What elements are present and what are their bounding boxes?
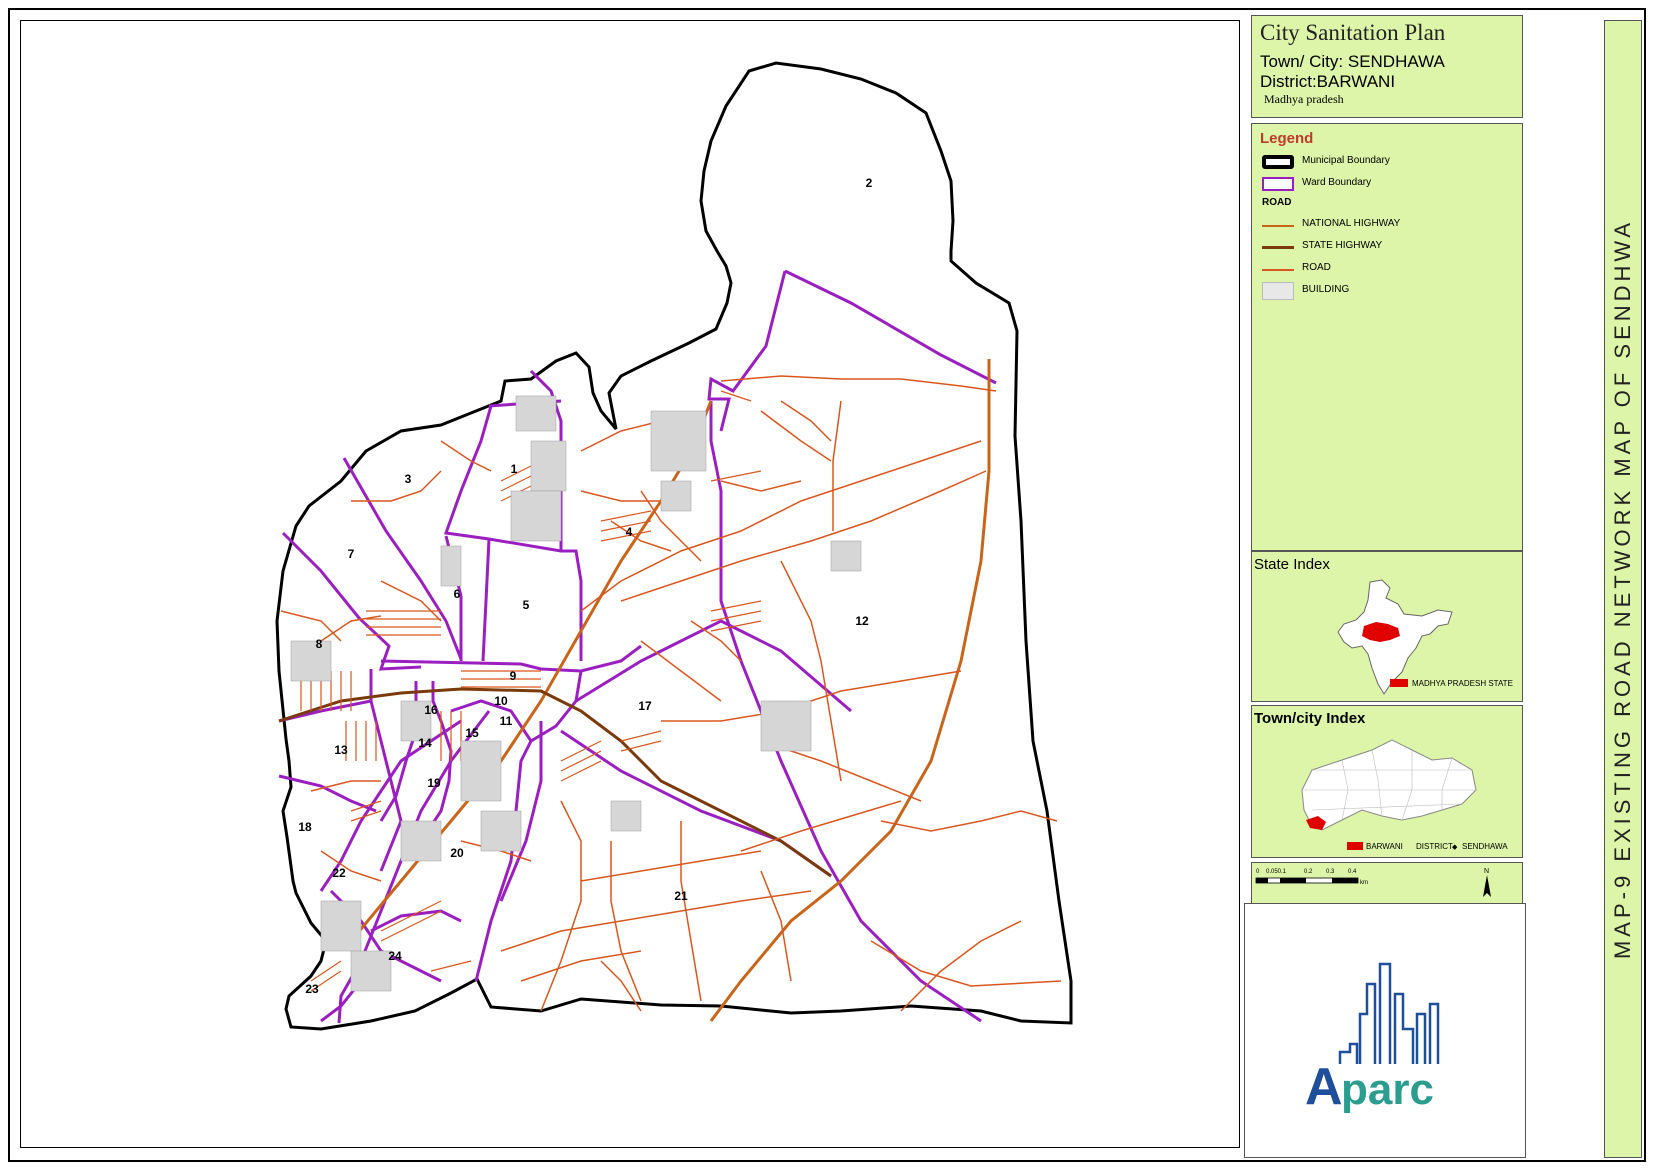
state-highway-symbol — [1262, 246, 1294, 249]
ward-label: 23 — [305, 982, 319, 996]
state-index-panel: State Index MADHYA PRADESH STATE — [1251, 551, 1523, 702]
scale-tick: 0.2 — [1304, 869, 1313, 875]
scale-segment — [1256, 878, 1268, 883]
india-map: MADHYA PRADESH STATE — [1337, 579, 1513, 695]
ward-label: 22 — [332, 866, 346, 880]
ward-labels: 1 2 3 4 5 6 7 8 9 10 11 12 13 14 15 16 1… — [298, 176, 872, 996]
mp-outline — [1301, 739, 1477, 831]
legend-label: Municipal Boundary — [1302, 155, 1390, 166]
ward-label: 21 — [674, 889, 688, 903]
ward-label: 24 — [388, 949, 402, 963]
legend-label: ROAD — [1302, 262, 1331, 273]
ward-label: 10 — [494, 694, 508, 708]
district-word: DISTRICT — [1416, 842, 1453, 851]
road-heading: ROAD — [1262, 197, 1292, 208]
ward-label: 14 — [418, 736, 432, 750]
municipal-boundary-symbol — [1262, 155, 1294, 169]
district-legend-swatch — [1347, 842, 1363, 850]
scale-unit: km — [1360, 880, 1368, 886]
legend-title: Legend — [1260, 130, 1314, 147]
road-network-map: 1 2 3 4 5 6 7 8 9 10 11 12 13 14 15 16 1… — [275, 61, 1073, 1031]
ward-label: 13 — [334, 743, 348, 757]
logo-panel: A parc — [1244, 903, 1526, 1158]
ward-label: 2 — [866, 176, 873, 190]
legend-label: Ward Boundary — [1302, 177, 1372, 188]
building-symbol — [1262, 282, 1294, 300]
ward-boundary-symbol — [1262, 177, 1294, 191]
town-index-title: Town/city Index — [1254, 710, 1366, 727]
legend-item-national-highway: NATIONAL HIGHWAY — [1260, 214, 1514, 236]
title-panel: City Sanitation Plan Town/ City: SENDHAW… — [1251, 15, 1523, 118]
ward-boundaries — [278, 269, 997, 1024]
ward-label: 7 — [348, 547, 355, 561]
road-symbol — [1262, 269, 1294, 271]
district-label: District:BARWANI — [1260, 72, 1396, 91]
district-map: BARWANI DISTRICT ◆ SENDHAWA — [1301, 739, 1508, 851]
aparc-logo: A parc — [1305, 962, 1440, 1116]
map-title: City Sanitation Plan — [1260, 20, 1446, 45]
town-label: Town/ City: SENDHAWA — [1260, 52, 1445, 71]
legend-label: STATE HIGHWAY — [1302, 240, 1383, 251]
legend-item-ward: Ward Boundary — [1260, 173, 1514, 195]
skyline-icon — [1338, 962, 1440, 1064]
town-index-panel: Town/city Index BARWANI DISTRICT ◆ SENDH… — [1251, 705, 1523, 858]
legend-item-building: BUILDING — [1260, 280, 1514, 302]
vertical-title: MAP-9 EXISTING ROAD NETWORK MAP OF SENDH… — [1610, 218, 1635, 960]
town-marker-icon: ◆ — [1452, 844, 1458, 851]
state-legend-swatch — [1390, 679, 1408, 687]
scale-tick: 0.4 — [1348, 869, 1357, 875]
scale-tick: 0.3 — [1326, 869, 1335, 875]
logo-letter-a: A — [1305, 1058, 1343, 1116]
logo-text: parc — [1341, 1065, 1434, 1114]
ward-label: 16 — [424, 703, 438, 717]
scale-tick: 0 — [1256, 869, 1260, 875]
ward-label: 17 — [638, 699, 652, 713]
vertical-title-panel: MAP-9 EXISTING ROAD NETWORK MAP OF SENDH… — [1604, 20, 1642, 1158]
ward-label: 12 — [855, 614, 869, 628]
legend-item-state-highway: STATE HIGHWAY — [1260, 236, 1514, 258]
legend-label: BUILDING — [1302, 284, 1350, 295]
ward-label: 3 — [405, 472, 412, 486]
district-legend-label: BARWANI — [1366, 842, 1403, 851]
north-arrow-icon: N — [1483, 868, 1491, 897]
state-index-title: State Index — [1254, 556, 1330, 573]
ward-label: 15 — [465, 726, 479, 740]
scale-panel: 0 0.050.1 0.2 0.3 0.4 km N — [1251, 862, 1523, 904]
state-legend-label: MADHYA PRADESH STATE — [1412, 679, 1513, 688]
scale-bar: 0 0.050.1 0.2 0.3 0.4 km N — [1255, 868, 1491, 897]
ward-label: 1 — [511, 462, 518, 476]
ward-label: 6 — [454, 587, 461, 601]
legend-item-road: ROAD — [1260, 258, 1514, 280]
state-label: Madhya pradesh — [1264, 92, 1344, 106]
ward-label: 18 — [298, 820, 312, 834]
legend-panel: Legend Municipal Boundary Ward Boundary … — [1251, 123, 1523, 551]
scale-tick: 0.050.1 — [1266, 869, 1287, 875]
legend-item-municipal: Municipal Boundary — [1260, 151, 1514, 173]
scale-segment — [1280, 878, 1306, 883]
legend-label: NATIONAL HIGHWAY — [1302, 218, 1401, 229]
map-panel: 1 2 3 4 5 6 7 8 9 10 11 12 13 14 15 16 1… — [20, 20, 1240, 1148]
north-label: N — [1484, 868, 1489, 875]
scale-segment — [1332, 878, 1358, 883]
ward-label: 4 — [626, 525, 633, 539]
ward-label: 5 — [523, 598, 530, 612]
ward-label: 20 — [450, 846, 464, 860]
ward-label: 9 — [510, 669, 517, 683]
ward-label: 11 — [500, 714, 513, 728]
national-highway-symbol — [1262, 225, 1294, 227]
ward-label: 19 — [427, 776, 441, 790]
ward-label: 8 — [316, 637, 323, 651]
town-legend-label: SENDHAWA — [1462, 842, 1508, 851]
